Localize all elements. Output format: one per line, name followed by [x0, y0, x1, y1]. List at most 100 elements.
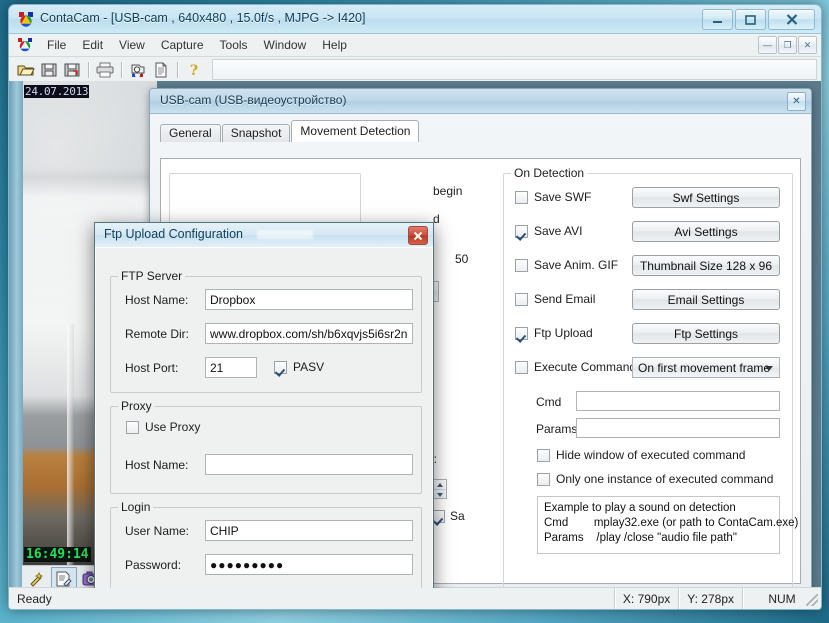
params-input[interactable]: [576, 418, 780, 438]
save-swf-label: Save SWF: [534, 190, 592, 204]
checkbox-hide-window[interactable]: Hide window of executed command: [537, 448, 745, 462]
ftp-dialog-title-ghost: [257, 230, 313, 239]
app-logo-icon: [18, 11, 34, 27]
spinner-up-icon[interactable]: [433, 480, 446, 490]
pasv-checkbox[interactable]: [274, 360, 287, 374]
ftp-host-name-input[interactable]: [205, 289, 413, 310]
execute-command-trigger-value: On first movement frame: [638, 360, 771, 375]
spinner-down-icon[interactable]: [433, 490, 446, 499]
execute-command-trigger-combo[interactable]: On first movement frame: [632, 357, 780, 378]
maximize-button[interactable]: [735, 9, 766, 30]
open-icon[interactable]: [15, 59, 37, 80]
save-as-icon[interactable]: [61, 59, 83, 80]
toolbar-separator: [121, 61, 122, 78]
menu-item-edit[interactable]: Edit: [74, 36, 111, 54]
checkbox-use-proxy[interactable]: Use Proxy: [126, 420, 200, 434]
send-email-label: Send Email: [534, 292, 596, 306]
application-window: ContaCam - [USB-cam , 640x480 , 15.0f/s …: [8, 4, 822, 610]
menu-item-view[interactable]: View: [111, 36, 153, 54]
tab-movement-detection[interactable]: Movement Detection: [291, 120, 420, 142]
left-text-begin: begin: [433, 184, 463, 198]
tab-snapshot[interactable]: Snapshot: [221, 124, 291, 142]
save-icon[interactable]: [38, 59, 60, 80]
only-one-instance-label: Only one instance of executed command: [556, 472, 774, 486]
menu-item-help[interactable]: Help: [314, 36, 355, 54]
login-user-name-input[interactable]: [205, 520, 413, 541]
ftp-host-port-label: Host Port:: [125, 361, 179, 375]
print-icon[interactable]: [94, 59, 116, 80]
highlight-icon[interactable]: [25, 568, 49, 588]
help-icon[interactable]: ?: [183, 59, 205, 80]
checkbox-ftp-upload[interactable]: Ftp Upload: [515, 326, 593, 340]
left-spinner-partial[interactable]: [432, 479, 447, 499]
checkbox-only-one-instance[interactable]: Only one instance of executed command: [537, 472, 773, 486]
chevron-down-icon: [765, 365, 773, 371]
ftp-server-legend: FTP Server: [118, 269, 186, 283]
swf-settings-button[interactable]: Swf Settings: [632, 187, 780, 208]
ftp-dialog-close-button[interactable]: [408, 226, 428, 245]
proxy-host-name-input[interactable]: [205, 454, 413, 475]
checkbox-save-swf[interactable]: Save SWF: [515, 190, 591, 204]
checkbox-execute-command[interactable]: Execute Command:: [515, 360, 639, 374]
checkbox-save-anim-gif[interactable]: Save Anim. GIF: [515, 258, 618, 272]
save-anim-gif-checkbox[interactable]: [515, 258, 528, 272]
proxy-host-name-label: Host Name:: [125, 458, 189, 472]
window-controls: [702, 9, 815, 30]
email-settings-button[interactable]: Email Settings: [632, 289, 780, 310]
properties-icon[interactable]: [51, 567, 77, 588]
window-title: ContaCam - [USB-cam , 640x480 , 15.0f/s …: [40, 11, 366, 25]
only-one-instance-checkbox[interactable]: [537, 472, 550, 486]
ftp-host-port-input[interactable]: [205, 357, 257, 378]
status-ready-text: Ready: [17, 591, 52, 606]
execute-command-label: Execute Command:: [534, 360, 640, 374]
ftp-remote-dir-input[interactable]: [205, 323, 413, 344]
ftp-server-group: FTP Server Host Name: Remote Dir: Host P…: [110, 269, 422, 393]
ftp-settings-button[interactable]: Ftp Settings: [632, 323, 780, 344]
checkbox-save-avi[interactable]: Save AVI: [515, 224, 582, 238]
title-bar: ContaCam - [USB-cam , 640x480 , 15.0f/s …: [9, 5, 821, 34]
save-swf-checkbox[interactable]: [515, 190, 528, 204]
mdi-close-button[interactable]: ✕: [798, 36, 817, 54]
save-avi-checkbox[interactable]: [515, 224, 528, 238]
menu-item-window[interactable]: Window: [256, 36, 315, 54]
ftp-upload-label: Ftp Upload: [534, 326, 593, 340]
execute-command-checkbox[interactable]: [515, 360, 528, 374]
resize-grip[interactable]: [806, 594, 818, 606]
login-password-label: Password:: [125, 558, 182, 572]
video-date-overlay: 24.07.2013: [24, 85, 90, 98]
menu-item-file[interactable]: File: [39, 36, 74, 54]
hide-window-label: Hide window of executed command: [556, 448, 746, 462]
mdi-window-controls: — ❐ ✕: [758, 36, 817, 54]
minimize-button[interactable]: [702, 9, 733, 30]
ftp-dialog-title: Ftp Upload Configuration: [104, 227, 243, 241]
tab-general[interactable]: General: [160, 124, 221, 142]
close-button[interactable]: [768, 9, 815, 30]
ftp-dialog-title-bar: Ftp Upload Configuration: [95, 223, 433, 248]
login-password-input[interactable]: [205, 554, 413, 575]
menu-item-capture[interactable]: Capture: [153, 36, 212, 54]
avi-settings-button[interactable]: Avi Settings: [632, 221, 780, 242]
toolbar-separator: [177, 61, 178, 78]
login-legend: Login: [118, 500, 154, 514]
menu-bar: File Edit View Capture Tools Window Help…: [9, 34, 821, 57]
ftp-upload-checkbox[interactable]: [515, 326, 528, 340]
send-email-checkbox[interactable]: [515, 292, 528, 306]
use-proxy-checkbox[interactable]: [126, 420, 139, 434]
use-proxy-label: Use Proxy: [145, 420, 201, 434]
mdi-restore-button[interactable]: ❐: [778, 36, 797, 54]
cmd-input[interactable]: [576, 391, 780, 411]
mdi-minimize-button[interactable]: —: [758, 36, 777, 54]
left-checkbox-sa-partial[interactable]: Sa: [432, 509, 465, 523]
checkbox-send-email[interactable]: Send Email: [515, 292, 595, 306]
menu-item-tools[interactable]: Tools: [212, 36, 256, 54]
proxy-legend: Proxy: [118, 399, 155, 413]
save-anim-gif-label: Save Anim. GIF: [534, 258, 619, 272]
thumbnail-size-button[interactable]: Thumbnail Size 128 x 96: [632, 255, 780, 276]
camera-settings-icon[interactable]: [127, 59, 149, 80]
checkbox-pasv[interactable]: PASV: [274, 360, 324, 374]
hide-window-checkbox[interactable]: [537, 448, 550, 462]
document-icon[interactable]: [150, 59, 172, 80]
camera-window-close-button[interactable]: ✕: [787, 92, 806, 111]
left-text-d: d: [433, 212, 440, 226]
sa-checkbox-label: Sa: [450, 509, 465, 523]
